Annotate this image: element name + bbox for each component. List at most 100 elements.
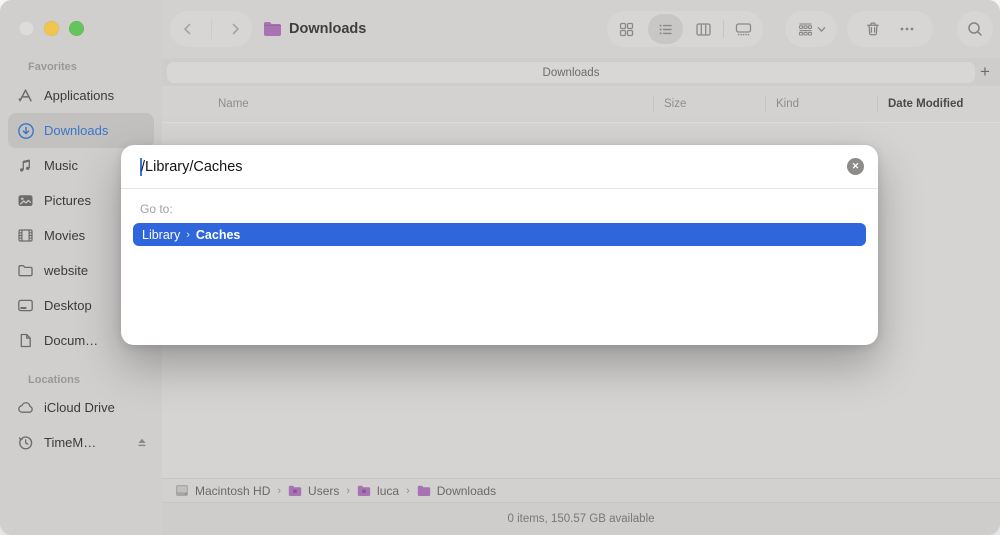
- search-icon: [968, 22, 982, 36]
- clear-circle-icon[interactable]: ✕: [847, 158, 864, 175]
- zoom-button[interactable]: [69, 21, 84, 36]
- column-divider[interactable]: [877, 96, 878, 112]
- desktop-icon: [16, 296, 35, 315]
- toolbar: Downloads: [162, 0, 1000, 58]
- downloads-icon: [16, 121, 35, 140]
- path-item-label: Macintosh HD: [195, 483, 271, 498]
- chevron-right-icon: ›: [186, 228, 190, 241]
- gallery-view-button[interactable]: [724, 11, 763, 47]
- movies-icon: [16, 226, 35, 245]
- sidebar-item-label: Pictures: [44, 193, 91, 208]
- group-by-button[interactable]: [785, 11, 837, 47]
- sidebar-item-label: TimeM…: [44, 435, 97, 450]
- sidebar-item-downloads[interactable]: Downloads: [8, 113, 154, 148]
- status-bar: 0 items, 150.57 GB available: [162, 502, 1000, 535]
- sidebar-item-label: website: [44, 263, 89, 278]
- sidebar-item-time-machine[interactable]: TimeM…: [8, 425, 154, 460]
- sidebar-item-label: Movies: [44, 228, 86, 243]
- sidebar-section-favorites: Favorites: [28, 61, 77, 73]
- suggestion-secondary: Caches: [195, 227, 241, 242]
- sidebar-item-label: Downloads: [44, 123, 109, 138]
- trash-more-group: [847, 11, 933, 47]
- search-button[interactable]: [957, 11, 993, 47]
- column-divider[interactable]: [653, 96, 654, 112]
- list-column-header: Name Size Kind Date Modified: [162, 86, 1000, 123]
- window-title-group: Downloads: [263, 21, 366, 37]
- trash-button[interactable]: [864, 20, 882, 38]
- sidebar-item-icloud-drive[interactable]: iCloud Drive: [8, 390, 154, 425]
- drive-icon: [176, 485, 188, 496]
- suggestion-primary: Library: [142, 227, 181, 242]
- folder-icon: [264, 22, 282, 36]
- chevron-down-icon: [817, 26, 825, 32]
- minimize-button[interactable]: [44, 21, 59, 36]
- path-item-label: Users: [308, 483, 340, 498]
- chevron-right-icon: [232, 23, 239, 35]
- pictures-icon: [16, 191, 35, 210]
- music-icon: [16, 156, 35, 175]
- column-header-name[interactable]: Name: [218, 86, 249, 122]
- goto-label: Go to:: [140, 202, 173, 216]
- applications-icon: [16, 86, 35, 105]
- nav-divider: [210, 19, 212, 39]
- time-machine-icon: [16, 433, 35, 452]
- path-item-label: luca: [377, 483, 400, 498]
- ellipsis-icon: [900, 27, 914, 31]
- folder-icon: [16, 261, 35, 280]
- path-item-users[interactable]: Users: [288, 484, 339, 498]
- sidebar-item-applications[interactable]: Applications: [8, 78, 154, 113]
- eject-icon[interactable]: [136, 437, 148, 449]
- column-header-kind[interactable]: Kind: [776, 86, 799, 122]
- folder-icon: [357, 485, 371, 496]
- folder-icon: [417, 485, 430, 496]
- finder-window: Favorites Applications Downloads Music P…: [0, 0, 1000, 535]
- trash-icon: [866, 22, 879, 36]
- locations-list: iCloud Drive TimeM…: [8, 390, 154, 460]
- breadcrumb-separator: ›: [406, 484, 410, 497]
- go-to-folder-dialog: /Library/Caches ✕ Go to: Library › Cache…: [121, 145, 878, 345]
- window-controls: [19, 21, 84, 36]
- folder-icon: [288, 485, 302, 496]
- toolbar-actions: [607, 11, 993, 47]
- sidebar-section-locations: Locations: [28, 374, 80, 386]
- sidebar-item-label: iCloud Drive: [44, 400, 115, 415]
- new-tab-button[interactable]: +: [975, 61, 995, 83]
- path-input[interactable]: /Library/Caches: [141, 159, 847, 175]
- tab-downloads[interactable]: Downloads: [167, 62, 975, 83]
- column-divider[interactable]: [765, 96, 766, 112]
- sidebar-item-label: Desktop: [44, 298, 92, 313]
- status-text: 0 items, 150.57 GB available: [507, 513, 655, 525]
- path-input-row: /Library/Caches ✕: [121, 145, 878, 189]
- forward-button[interactable]: [224, 14, 246, 44]
- gallery-view-icon: [735, 22, 752, 35]
- sidebar-item-label: Music: [44, 158, 78, 173]
- close-button[interactable]: [19, 21, 34, 36]
- list-view-icon: [659, 24, 672, 34]
- icon-view-icon: [619, 22, 634, 36]
- path-bar: Macintosh HD › Users › luca › Downloads: [162, 478, 1000, 502]
- window-title: Downloads: [289, 21, 367, 37]
- column-header-date-modified[interactable]: Date Modified: [888, 86, 963, 122]
- nav-buttons: [170, 11, 252, 47]
- tab-bar: Downloads +: [162, 58, 1000, 86]
- view-switcher: [607, 11, 763, 47]
- column-header-size[interactable]: Size: [664, 86, 686, 122]
- path-item-luca[interactable]: luca: [357, 484, 399, 498]
- chevron-left-icon: [183, 23, 190, 35]
- list-view-button[interactable]: [646, 11, 685, 47]
- back-button[interactable]: [177, 14, 199, 44]
- group-by-icon: [798, 22, 812, 36]
- column-view-icon: [696, 22, 712, 36]
- suggestion-row-library-caches[interactable]: Library › Caches: [133, 223, 866, 246]
- document-icon: [16, 331, 35, 350]
- path-item-label: Downloads: [436, 483, 497, 498]
- breadcrumb-separator: ›: [277, 484, 282, 497]
- sidebar-item-label: Applications: [44, 88, 115, 103]
- column-view-button[interactable]: [685, 11, 724, 47]
- more-options-button[interactable]: [898, 20, 916, 38]
- path-item-macintosh-hd[interactable]: Macintosh HD: [175, 484, 270, 498]
- path-item-downloads[interactable]: Downloads: [417, 484, 496, 498]
- sidebar-item-label: Docum…: [44, 333, 99, 348]
- icon-view-button[interactable]: [607, 11, 646, 47]
- breadcrumb-separator: ›: [346, 484, 351, 497]
